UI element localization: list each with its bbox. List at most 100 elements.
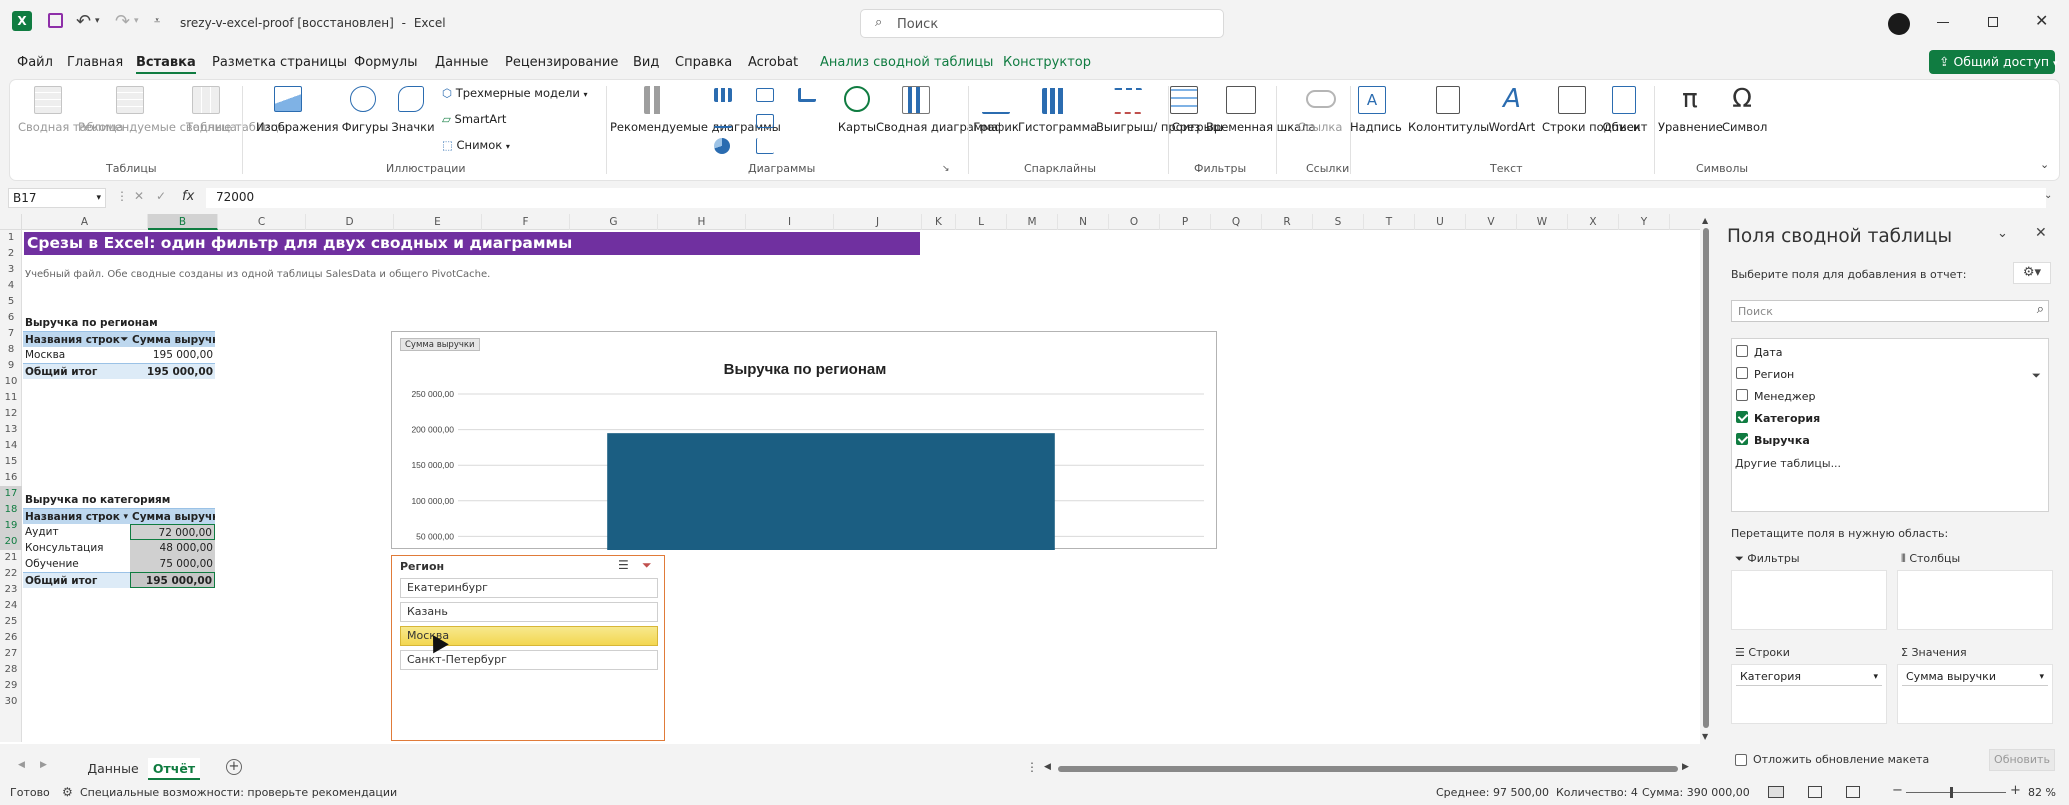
sheet-next-icon[interactable]: ▶ bbox=[40, 760, 47, 770]
row-header[interactable]: 16 bbox=[0, 470, 22, 486]
pivot2-row-label[interactable]: Аудит bbox=[23, 524, 130, 540]
zoom-in-icon[interactable]: + bbox=[2010, 783, 2021, 798]
values-area[interactable]: Сумма выручки ▾ bbox=[1897, 664, 2053, 724]
symbol-button[interactable]: Символ bbox=[1722, 120, 1767, 134]
row-header[interactable]: 5 bbox=[0, 294, 22, 310]
row-header[interactable]: 23 bbox=[0, 582, 22, 598]
status-average[interactable]: Среднее: 97 500,00 bbox=[1436, 786, 1549, 799]
add-sheet-icon[interactable]: + bbox=[226, 759, 242, 775]
zoom-slider[interactable] bbox=[1906, 787, 2006, 798]
shapes-button[interactable]: Фигуры bbox=[340, 120, 390, 134]
accessibility-icon[interactable]: ⚙ bbox=[62, 785, 73, 799]
field-item[interactable]: Категория bbox=[1736, 409, 2016, 427]
expand-formula-icon[interactable]: ⌄ bbox=[2044, 190, 2052, 201]
pivot2-row-label[interactable]: Консультация bbox=[23, 540, 130, 556]
pivot-chart[interactable]: Сумма выручки Выручка по регионам 0,0050… bbox=[391, 331, 1217, 550]
row-header[interactable]: 13 bbox=[0, 422, 22, 438]
slicer-item[interactable]: Санкт-Петербург bbox=[400, 650, 658, 670]
equation-button[interactable]: Уравнение bbox=[1658, 120, 1723, 134]
column-header[interactable]: X bbox=[1568, 214, 1619, 230]
row-header[interactable]: 27 bbox=[0, 646, 22, 662]
row-header[interactable]: 28 bbox=[0, 662, 22, 678]
row-header[interactable]: 6 bbox=[0, 310, 22, 326]
column-header[interactable]: T bbox=[1364, 214, 1415, 230]
row-header[interactable]: 2 bbox=[0, 246, 22, 262]
pie-chart-icon[interactable] bbox=[714, 138, 730, 154]
column-header[interactable]: B bbox=[148, 214, 218, 230]
scroll-up-icon[interactable]: ▲ bbox=[1702, 216, 1708, 225]
field-item[interactable]: Менеджер bbox=[1736, 387, 2016, 405]
tab-page-layout[interactable]: Разметка страницы bbox=[212, 55, 347, 70]
pivot1-caption[interactable]: Выручка по регионам bbox=[23, 315, 160, 331]
column-header[interactable]: V bbox=[1466, 214, 1517, 230]
vertical-scrollbar[interactable]: ▲ ▼ bbox=[1700, 214, 1712, 759]
minimize-icon[interactable] bbox=[1937, 22, 1949, 23]
enter-icon[interactable]: ✓ bbox=[156, 189, 166, 203]
zoom-slider-thumb[interactable] bbox=[1950, 787, 1953, 798]
row-header[interactable]: 29 bbox=[0, 678, 22, 694]
tab-pivot-analyze[interactable]: Анализ сводной таблицы bbox=[820, 55, 993, 70]
pane-options-icon[interactable]: ⌄ bbox=[1997, 226, 2008, 241]
column-header[interactable]: K bbox=[922, 214, 956, 230]
row-header[interactable]: 24 bbox=[0, 598, 22, 614]
tab-help[interactable]: Справка bbox=[675, 55, 732, 70]
column-header[interactable]: A bbox=[22, 214, 148, 230]
clear-filter-icon[interactable]: ⏷ bbox=[642, 558, 652, 573]
field-item[interactable]: Дата bbox=[1736, 343, 2016, 361]
column-header[interactable]: R bbox=[1262, 214, 1313, 230]
images-button[interactable]: Изображения bbox=[256, 120, 339, 134]
pivot1-header-sum[interactable]: Сумма выручки bbox=[130, 331, 215, 347]
sheet-tab-report[interactable]: Отчёт bbox=[148, 758, 200, 780]
tab-home[interactable]: Главная bbox=[67, 55, 123, 70]
horizontal-scroll-thumb[interactable] bbox=[1058, 766, 1678, 772]
row-header[interactable]: 9 bbox=[0, 358, 22, 374]
status-count[interactable]: Количество: 4 bbox=[1556, 786, 1638, 799]
column-chart-icon[interactable] bbox=[714, 88, 732, 102]
pivot1-row-value[interactable]: 195 000,00 bbox=[130, 347, 215, 363]
recommended-charts-button[interactable]: Рекомендуемые диаграммы bbox=[610, 120, 781, 134]
tab-design[interactable]: Конструктор bbox=[1003, 55, 1091, 70]
row-header[interactable]: 1 bbox=[0, 230, 22, 246]
status-sum[interactable]: Сумма: 390 000,00 bbox=[1642, 786, 1750, 799]
field-checkbox[interactable] bbox=[1736, 345, 1748, 357]
column-header[interactable]: J bbox=[834, 214, 922, 230]
columns-area[interactable] bbox=[1897, 570, 2053, 630]
zoom-level[interactable]: 82 % bbox=[2028, 786, 2056, 799]
column-header[interactable]: E bbox=[394, 214, 482, 230]
multi-select-icon[interactable]: ☰ bbox=[618, 558, 629, 572]
signature-line-button[interactable]: Строки подписи bbox=[1542, 120, 1640, 134]
column-header[interactable]: G bbox=[570, 214, 658, 230]
row-header[interactable]: 11 bbox=[0, 390, 22, 406]
column-header[interactable]: H bbox=[658, 214, 746, 230]
field-item[interactable]: Выручка bbox=[1736, 431, 2016, 449]
worksheet[interactable]: ABCDEFGHIJKLMNOPQRSTUVWXY 1 2 3 4 5 6 7 8 9 10 11 1… bbox=[0, 214, 1712, 770]
excel-logo-icon[interactable]: X bbox=[12, 11, 32, 31]
scroll-down-icon[interactable]: ▼ bbox=[1702, 732, 1708, 741]
column-header[interactable]: C bbox=[218, 214, 306, 230]
pivot1-total-label[interactable]: Общий итог bbox=[23, 363, 130, 379]
pivot2-row-value[interactable]: 75 000,00 bbox=[130, 556, 215, 572]
redo-dropdown-icon[interactable]: ▾ bbox=[134, 16, 139, 26]
scroll-right-icon[interactable]: ▶ bbox=[1682, 762, 1689, 772]
header-footer-button[interactable]: Колонтитулы bbox=[1408, 120, 1489, 134]
timeline-button[interactable]: Временная шкала bbox=[1206, 120, 1316, 134]
name-box[interactable]: B17 ▾ bbox=[8, 188, 106, 208]
row-header[interactable]: 18 bbox=[0, 502, 22, 518]
link-button[interactable]: Ссылка bbox=[1296, 120, 1344, 134]
pivot2-row-label[interactable]: Обучение bbox=[23, 556, 130, 572]
close-icon[interactable]: ✕ bbox=[2035, 11, 2048, 30]
undo-dropdown-icon[interactable]: ▾ bbox=[95, 16, 100, 26]
slicer-button[interactable]: Срез bbox=[1168, 120, 1204, 134]
pivot-table-button[interactable]: Сводная таблица bbox=[18, 120, 123, 134]
pivot2-total-label[interactable]: Общий итог bbox=[23, 572, 130, 588]
search-box[interactable]: ⌕ Поиск bbox=[860, 9, 1224, 38]
statistic-chart-icon[interactable] bbox=[756, 114, 774, 128]
row-header[interactable]: 8 bbox=[0, 342, 22, 358]
zoom-out-icon[interactable]: − bbox=[1892, 783, 1903, 798]
row-header[interactable]: 10 bbox=[0, 374, 22, 390]
3d-models-button[interactable]: ⬡ Трехмерные модели ▾ bbox=[442, 86, 588, 102]
collapse-ribbon-icon[interactable]: ⌄ bbox=[2040, 158, 2049, 171]
table-button[interactable]: Таблица bbox=[186, 120, 237, 134]
field-checkbox[interactable] bbox=[1736, 411, 1748, 423]
save-icon[interactable] bbox=[48, 13, 63, 28]
